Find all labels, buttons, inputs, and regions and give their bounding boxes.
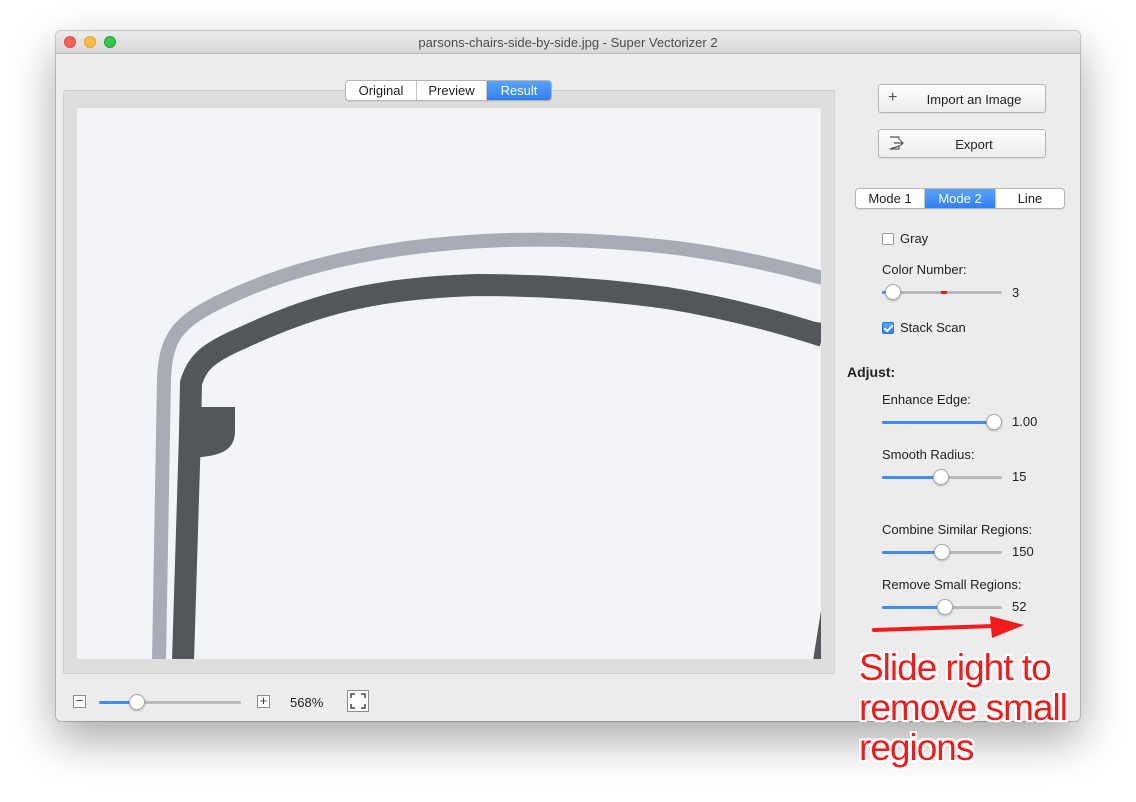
mode-tabs: Mode 1 Mode 2 Line [855,188,1065,209]
gray-checkbox[interactable] [882,232,894,245]
window-title: parsons-chairs-side-by-side.jpg - Super … [418,35,718,50]
enhance-edge-thumb[interactable] [986,414,1002,430]
tab-original[interactable]: Original [346,81,416,100]
minus-icon: − [75,693,84,708]
color-number-label: Color Number: [882,262,967,277]
enhance-edge-label: Enhance Edge: [882,392,971,407]
smooth-radius-value: 15 [1012,469,1027,484]
color-number-value: 3 [1012,285,1020,300]
color-number-thumb[interactable] [885,284,901,300]
gray-option[interactable]: Gray [882,231,928,246]
inner-chair-outline [172,274,821,659]
import-image-button[interactable]: + Import an Image [878,84,1046,113]
enhance-edge-value: 1.00 [1012,414,1038,429]
remove-small-thumb[interactable] [937,599,953,615]
enhance-edge-slider[interactable] [882,414,1002,430]
canvas-panel [63,90,835,674]
import-image-label: Import an Image [926,92,1022,107]
zoom-out-button[interactable]: − [73,693,86,708]
zoom-value: 568% [290,695,324,710]
stack-scan-option[interactable]: Stack Scan [882,320,966,335]
remove-small-fill [882,606,945,609]
combine-similar-thumb[interactable] [934,544,950,560]
tab-result[interactable]: Result [486,81,551,100]
gray-label: Gray [900,231,929,246]
combine-similar-slider[interactable] [882,544,1002,560]
remove-small-label: Remove Small Regions: [882,577,1022,592]
result-canvas[interactable] [77,108,821,659]
view-tabs: Original Preview Result [345,80,552,101]
tab-preview[interactable]: Preview [416,81,486,100]
vectorized-result-image [152,232,821,659]
title-bar: parsons-chairs-side-by-side.jpg - Super … [56,31,1080,54]
color-number-tick [941,291,947,294]
tab-mode-1[interactable]: Mode 1 [856,189,924,208]
export-label: Export [955,137,993,152]
combine-similar-value: 150 [1012,544,1034,559]
smooth-radius-slider[interactable] [882,469,1002,485]
remove-small-slider[interactable] [882,599,1002,615]
inner-chair-tab [195,407,235,458]
tab-line[interactable]: Line [995,189,1064,208]
zoom-in-button[interactable]: + [257,693,270,708]
stack-scan-label: Stack Scan [900,320,966,335]
annotation-arrow [872,616,1024,638]
combine-similar-label: Combine Similar Regions: [882,522,1033,537]
tab-mode-2[interactable]: Mode 2 [924,189,995,208]
plus-icon: + [259,693,268,708]
zoom-slider[interactable] [99,694,241,710]
right-leg-fragment [813,610,821,659]
enhance-edge-fill [882,421,994,424]
export-button[interactable]: Export [878,129,1046,158]
fit-screen-icon [350,693,366,709]
color-number-slider[interactable] [882,284,1002,300]
smooth-radius-label: Smooth Radius: [882,447,975,462]
adjust-heading: Adjust: [847,364,896,380]
smooth-radius-thumb[interactable] [933,469,949,485]
annotation-text: Slide right to remove small regions [859,647,1068,768]
zoom-thumb[interactable] [129,694,145,710]
remove-small-value: 52 [1012,599,1027,614]
combine-similar-fill [882,551,942,554]
fit-screen-button[interactable] [347,690,369,712]
stack-scan-checkbox[interactable] [882,321,894,334]
